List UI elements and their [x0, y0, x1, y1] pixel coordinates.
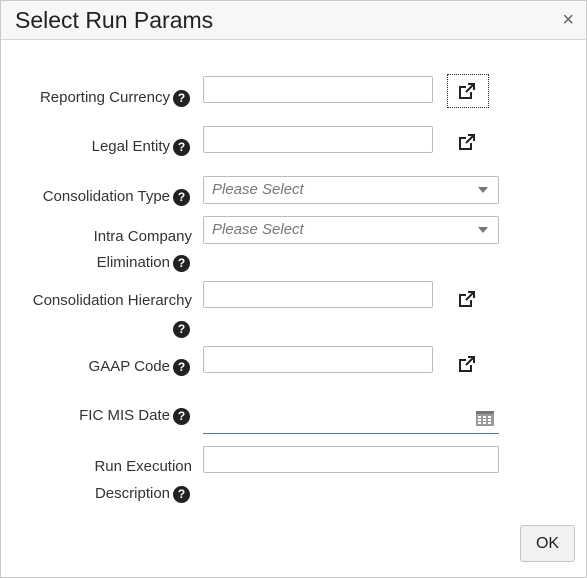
help-icon[interactable]: ?: [173, 254, 190, 272]
fic-mis-date-input[interactable]: [203, 403, 499, 434]
consolidation-type-select[interactable]: Please Select: [203, 176, 499, 204]
legal-entity-browse-button[interactable]: [453, 130, 475, 152]
help-icon[interactable]: ?: [173, 89, 190, 107]
help-icon[interactable]: ?: [173, 188, 190, 206]
close-icon[interactable]: ×: [562, 10, 574, 30]
fic-mis-date-label: FIC MIS Date?: [79, 403, 190, 429]
run-execution-description-input[interactable]: [203, 446, 499, 473]
gaap-code-browse-button[interactable]: [453, 352, 475, 374]
reporting-currency-label: Reporting Currency?: [40, 85, 190, 111]
run-execution-description-label-line2: Description?: [95, 481, 190, 507]
consolidation-type-selected: Please Select: [212, 181, 304, 198]
external-link-icon: [459, 134, 475, 150]
help-icon[interactable]: ?: [173, 138, 190, 156]
ok-button[interactable]: OK: [520, 525, 575, 562]
consolidation-hierarchy-label-text: Consolidation Hierarchy: [32, 292, 192, 309]
external-link-icon: [459, 291, 475, 307]
consolidation-type-label-text: Consolidation Type: [42, 188, 170, 205]
gaap-code-label: GAAP Code?: [89, 354, 190, 380]
run-execution-label-text: Run Execution: [94, 458, 192, 475]
reporting-currency-label-text: Reporting Currency: [39, 89, 170, 106]
dialog-title: Select Run Params: [15, 7, 214, 33]
external-link-icon: [459, 83, 475, 99]
external-link-icon: [459, 356, 475, 372]
fic-mis-date-label-text: FIC MIS Date: [79, 407, 170, 424]
legal-entity-label: Legal Entity?: [92, 134, 190, 160]
help-icon[interactable]: ?: [173, 358, 190, 376]
elimination-label-text: Elimination: [96, 254, 170, 271]
intra-company-elimination-label-line1: Intra Company: [94, 224, 192, 250]
consolidation-hierarchy-help-row: ?: [170, 316, 190, 342]
run-execution-description-label-line1: Run Execution: [94, 454, 192, 480]
consolidation-hierarchy-input[interactable]: [203, 281, 433, 308]
calendar-icon[interactable]: [475, 409, 495, 427]
chevron-down-icon: [478, 187, 488, 193]
gaap-code-label-text: GAAP Code: [88, 358, 170, 375]
help-icon[interactable]: ?: [173, 320, 190, 338]
consolidation-hierarchy-browse-button[interactable]: [453, 287, 475, 309]
consolidation-hierarchy-label: Consolidation Hierarchy: [33, 288, 192, 314]
reporting-currency-input[interactable]: [203, 76, 433, 103]
intra-company-elimination-select[interactable]: Please Select: [203, 216, 499, 244]
intra-company-elimination-selected: Please Select: [212, 221, 304, 238]
intra-company-label-text: Intra Company: [93, 228, 192, 245]
help-icon[interactable]: ?: [173, 485, 190, 503]
gaap-code-input[interactable]: [203, 346, 433, 373]
description-label-text: Description: [94, 485, 170, 502]
consolidation-type-label: Consolidation Type?: [43, 184, 190, 210]
legal-entity-label-text: Legal Entity: [91, 138, 170, 155]
chevron-down-icon: [478, 227, 488, 233]
dialog-titlebar: Select Run Params ×: [1, 1, 586, 40]
legal-entity-input[interactable]: [203, 126, 433, 153]
reporting-currency-browse-button[interactable]: [447, 74, 489, 108]
help-icon[interactable]: ?: [173, 407, 190, 425]
select-run-params-dialog: Select Run Params × Reporting Currency? …: [0, 0, 587, 578]
intra-company-elimination-label-line2: Elimination?: [97, 250, 190, 276]
